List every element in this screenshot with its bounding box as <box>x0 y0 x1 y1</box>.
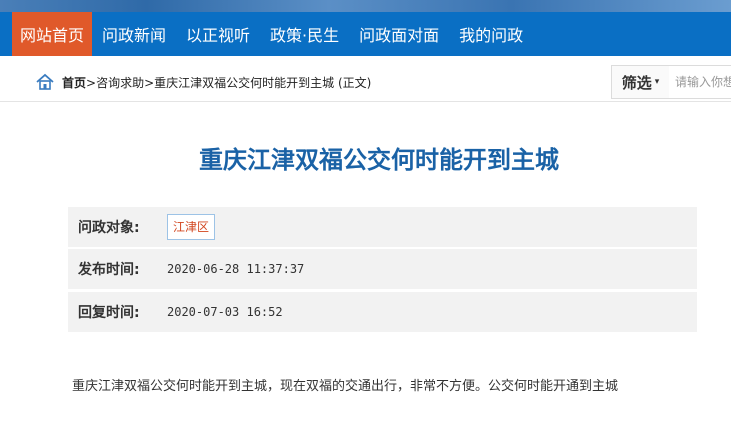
nav-item-news[interactable]: 问政新闻 <box>92 12 176 56</box>
published-label: 发布时间: <box>78 262 140 278</box>
nav-item-home[interactable]: 网站首页 <box>12 12 93 56</box>
replied-row: 回复时间: 2020-07-03 16:52 <box>68 292 697 332</box>
replied-label: 回复时间: <box>78 305 140 321</box>
published-row: 发布时间: 2020-06-28 11:37:37 <box>68 249 697 289</box>
filter-label: 筛选 <box>621 73 652 92</box>
published-time: 2020-06-28 11:37:37 <box>167 262 305 276</box>
target-label: 问政对象: <box>78 220 140 236</box>
replied-time: 2020-07-03 16:52 <box>167 305 283 319</box>
breadcrumb-home-link[interactable]: 首页 <box>62 76 86 90</box>
article-body: 重庆江津双福公交何时能开到主城，现在双福的交通出行，非常不方便。公交何时能开通到… <box>72 379 619 394</box>
target-row: 问政对象: 江津区 <box>68 207 697 247</box>
page-title: 重庆江津双福公交何时能开到主城 <box>199 146 559 174</box>
caret-down-icon: ▾ <box>654 77 660 87</box>
target-department-tag[interactable]: 江津区 <box>167 214 216 240</box>
search-input[interactable] <box>669 65 731 99</box>
nav-item-face-to-face[interactable]: 问政面对面 <box>349 12 449 56</box>
breadcrumb-path[interactable]: >咨询求助>重庆江津双福公交何时能开到主城 (正文) <box>86 76 371 90</box>
nav-item-clarify[interactable]: 以正视听 <box>176 12 260 56</box>
nav-item-my-inquiries[interactable]: 我的问政 <box>449 12 533 56</box>
header-banner <box>0 0 731 12</box>
breadcrumb: 首页>咨询求助>重庆江津双福公交何时能开到主城 (正文) <box>62 74 371 91</box>
nav-item-policy[interactable]: 政策·民生 <box>260 12 349 56</box>
home-icon[interactable] <box>36 73 54 91</box>
main-nav: 网站首页 问政新闻 以正视听 政策·民生 问政面对面 我的问政 <box>0 12 731 56</box>
breadcrumb-bar: 首页>咨询求助>重庆江津双福公交何时能开到主城 (正文) 筛选 ▾ <box>0 62 731 102</box>
filter-button[interactable]: 筛选 ▾ <box>611 65 670 99</box>
